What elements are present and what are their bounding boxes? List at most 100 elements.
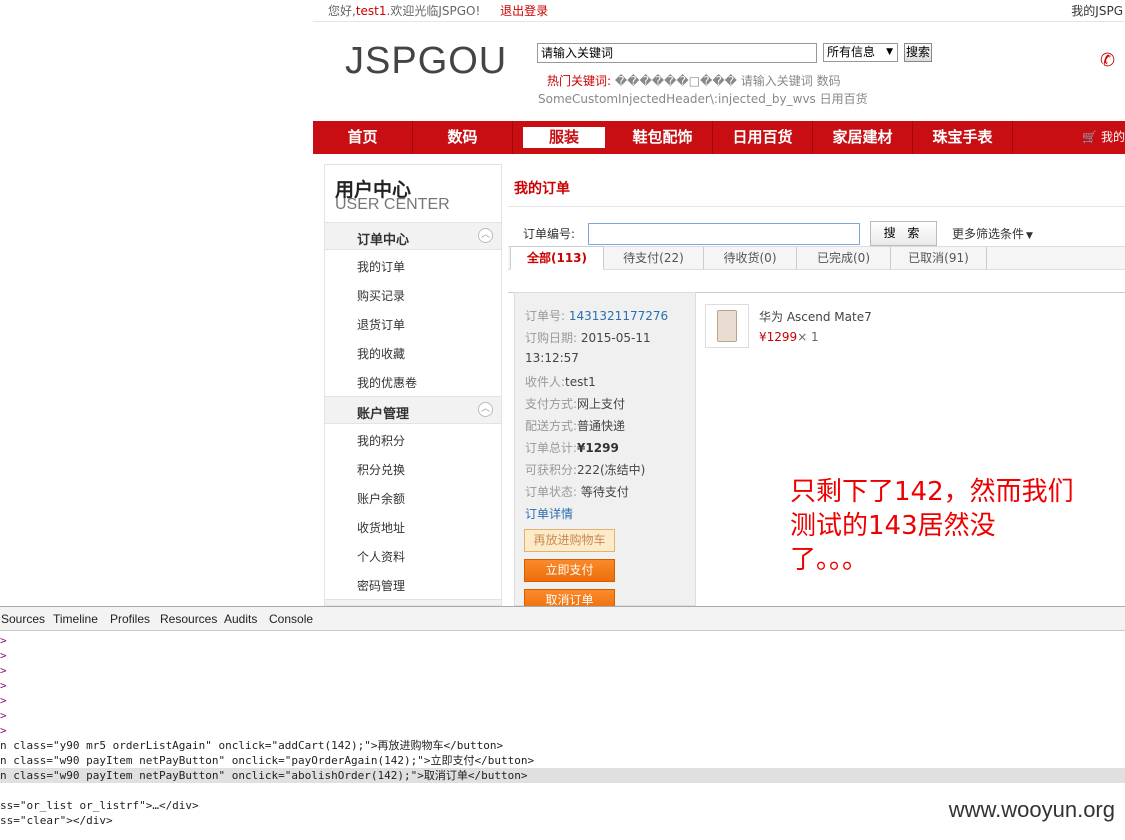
devtools-tab-timeline[interactable]: Timeline [53,612,98,626]
user-center-sidebar: 用户中心 USER CENTER 订单中心 ︿ 我的订单 购买记录 退货订单 我… [324,164,502,606]
order-no-label: 订单号: [525,309,566,323]
add-to-cart-again-button[interactable]: 再放进购物车 [524,529,615,552]
dom-line[interactable]: > [0,633,1125,648]
top-bar: 您好,test1.欢迎光临JSPGO! 退出登录 我的JSPG [313,0,1125,22]
sidebar-item-points-exchange[interactable]: 积分兑换 [357,461,405,478]
shipping-method-row: 配送方式:普通快递 [525,417,625,434]
sidebar-item-favorites[interactable]: 我的收藏 [357,345,405,362]
search-scope-select[interactable]: 所有信息 ▼ [823,43,898,62]
order-detail-link[interactable]: 订单详情 [525,505,573,522]
devtools-tab-resources[interactable]: Resources [160,612,217,626]
order-status-value: 等待支付 [580,485,629,499]
search-button[interactable]: 搜索 [904,43,932,62]
sidebar-group-more[interactable] [325,599,501,605]
nav-home-building[interactable]: 家居建材 [813,121,913,154]
product-thumbnail[interactable] [705,304,749,348]
dom-line-pay-again[interactable]: n class="w90 payItem netPayButton" oncli… [0,753,1125,768]
nav-home[interactable]: 首页 [313,121,413,154]
order-detail-label: 订单详情 [525,507,574,521]
devtools-tab-console[interactable]: Console [269,612,313,626]
sidebar-item-purchase-history[interactable]: 购买记录 [357,287,405,304]
dom-line-add-cart[interactable]: n class="y90 mr5 orderListAgain" onclick… [0,738,1125,753]
greeting-prefix: 您好, [328,4,356,18]
phone-image [717,310,737,342]
hot-keywords-list[interactable]: ������□��� 请输入关键词 数码 [615,74,841,88]
dom-line[interactable]: > [0,708,1125,723]
sidebar-item-address[interactable]: 收货地址 [357,519,405,536]
order-total-row: 订单总计:¥1299 [525,439,619,456]
sidebar-item-returns[interactable]: 退货订单 [357,316,405,333]
dom-line[interactable]: > [0,663,1125,678]
order-no-link[interactable]: 1431321177276 [569,309,668,323]
chevron-down-icon: ▼ [886,47,893,57]
payment-method-row: 支付方式:网上支付 [525,395,625,412]
dom-line[interactable]: > [0,678,1125,693]
payment-method-label: 支付方式: [525,397,578,411]
devtools-tab-sources[interactable]: Sources [1,612,45,626]
annotation-line: 了。。。 [790,545,869,575]
order-no-input[interactable] [588,223,860,245]
annotation-text: 只剩下了142，然而我们 测试的143居然没 了。。。 [790,475,1120,577]
sidebar-item-balance[interactable]: 账户余额 [357,490,405,507]
order-no-label: 订单编号: [523,227,576,241]
sidebar-subtitle: USER CENTER [335,196,450,213]
search-input[interactable]: 请输入关键词 [537,43,817,63]
dom-line-abolish-order[interactable]: n class="w90 payItem netPayButton" oncli… [0,768,1125,783]
product-name-link[interactable]: 华为 Ascend Mate7 [759,308,872,325]
chevron-up-icon[interactable]: ︿ [478,228,493,243]
order-status-label: 订单状态: [525,485,578,499]
chevron-up-icon[interactable]: ︿ [478,402,493,417]
sidebar-item-my-orders[interactable]: 我的订单 [357,258,405,275]
more-filters-label: 更多筛选条件 [952,227,1025,241]
sidebar-item-profile[interactable]: 个人资料 [357,548,405,565]
username-link[interactable]: test1 [356,4,387,18]
hot-keywords-label: 热门关键词: [547,74,612,88]
main-nav: 首页 数码 服装 鞋包配饰 日用百货 家居建材 珠宝手表 🛒 我的 [313,121,1125,154]
divider [508,206,1125,207]
devtools-tab-profiles[interactable]: Profiles [110,612,150,626]
dom-line[interactable]: > [0,723,1125,738]
more-filters-dropdown[interactable]: 更多筛选条件 ▼ [952,225,1033,242]
tab-cancelled[interactable]: 已取消(91) [891,247,987,269]
dom-line[interactable]: > [0,693,1125,708]
receiver-label: 收件人: [525,375,566,389]
points-value: 222(冻结中) [577,463,646,477]
order-no-row: 订单号: 1431321177276 [525,307,668,324]
pay-now-button[interactable]: 立即支付 [524,559,615,582]
nav-cart[interactable]: 🛒 我的 [1082,121,1125,154]
order-time-value: 13:12:57 [525,351,579,365]
site-logo[interactable]: JSPGOU [345,40,507,83]
dom-line[interactable]: > [0,648,1125,663]
tab-pending-receipt[interactable]: 待收货(0) [704,247,797,269]
nav-daily[interactable]: 日用百货 [713,121,813,154]
dom-line[interactable] [0,783,1125,798]
phone-icon: ✆ [1100,50,1116,71]
page-title: 我的订单 [514,181,570,197]
order-time-row: 13:12:57 [525,351,579,365]
receiver-row: 收件人:test1 [525,373,596,390]
product-quantity: × 1 [797,330,819,344]
sidebar-item-password[interactable]: 密码管理 [357,577,405,594]
my-account-link[interactable]: 我的JSPG [1071,0,1123,22]
annotation-line: 测试的143居然没 [790,511,996,541]
search-scope-value: 所有信息 [827,45,876,59]
sidebar-group-orders[interactable]: 订单中心 ︿ [325,222,501,250]
nav-bags[interactable]: 鞋包配饰 [613,121,713,154]
order-search-button[interactable]: 搜 索 [870,221,937,246]
injected-header-text[interactable]: SomeCustomInjectedHeader\:injected_by_wv… [538,90,868,107]
annotation-line: 只剩下了142，然而我们 [790,477,1074,507]
nav-jewelry[interactable]: 珠宝手表 [913,121,1013,154]
tab-pending-payment[interactable]: 待支付(22) [604,247,704,269]
logout-link[interactable]: 退出登录 [500,4,548,18]
tab-all[interactable]: 全部(113) [510,246,604,270]
tab-completed[interactable]: 已完成(0) [797,247,891,269]
nav-digital[interactable]: 数码 [413,121,513,154]
sidebar-group-label: 订单中心 [357,233,410,248]
devtools-tab-audits[interactable]: Audits [224,612,257,626]
order-status-row: 订单状态: 等待支付 [525,483,629,500]
nav-clothing[interactable]: 服装 [523,127,605,148]
sidebar-item-points[interactable]: 我的积分 [357,432,405,449]
order-date-value: 2015-05-11 [580,331,651,345]
sidebar-item-coupons[interactable]: 我的优惠卷 [357,374,417,391]
sidebar-group-account[interactable]: 账户管理 ︿ [325,396,501,424]
